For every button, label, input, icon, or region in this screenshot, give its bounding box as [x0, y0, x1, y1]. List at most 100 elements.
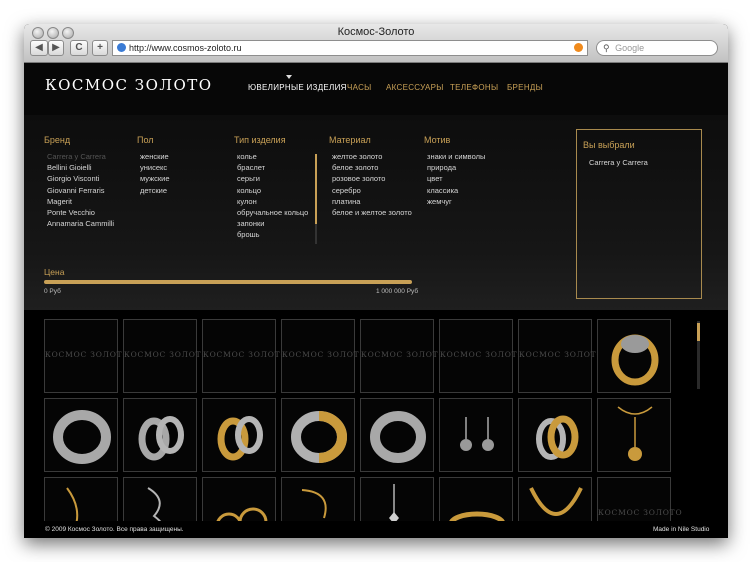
placeholder-logo: КОСМОС ЗОЛОТО	[124, 350, 209, 359]
silver-ring-image	[53, 410, 111, 464]
address-bar[interactable]: http://www.cosmos-zoloto.ru	[112, 40, 588, 56]
filter-heading: Тип изделия	[234, 135, 286, 145]
globe-icon	[117, 43, 126, 52]
add-bookmark-button[interactable]: +	[92, 40, 108, 56]
forward-button[interactable]: ▶	[48, 40, 64, 56]
filter-option[interactable]: женские	[137, 151, 169, 162]
product-tile[interactable]: КОСМОС ЗОЛОТО	[439, 319, 525, 393]
placeholder-logo: КОСМОС ЗОЛОТО	[519, 350, 604, 359]
filter-option[interactable]: классика	[424, 185, 485, 196]
forward-arrow-icon: ▶	[52, 42, 60, 53]
filter-option[interactable]: розовое золото	[329, 173, 412, 184]
price-slider[interactable]	[44, 280, 412, 284]
filter-option[interactable]: Carrera y Carrera	[44, 151, 114, 162]
filter-option[interactable]: Bellini Gioielli	[44, 162, 114, 173]
title-bar: Космос-Золото ◀ ▶ C + http://www.cosmos-…	[24, 24, 728, 63]
product-tile[interactable]	[439, 398, 513, 472]
product-tile[interactable]	[123, 398, 197, 472]
filter-option[interactable]: серьги	[234, 173, 308, 184]
filter-option[interactable]: обручальное кольцо	[234, 207, 308, 218]
gold-ring-image	[611, 334, 659, 386]
product-tile[interactable]	[360, 398, 434, 472]
filter-heading: Пол	[137, 135, 154, 145]
price-max: 1 000 000 Руб	[376, 288, 419, 295]
filter-type: Тип изделия колье браслет серьги кольцо …	[234, 135, 308, 241]
credit-link[interactable]: Made in Nile Studio	[653, 526, 709, 533]
reload-button[interactable]: C	[70, 40, 88, 56]
placeholder-logo: КОСМОС ЗОЛОТО	[440, 350, 525, 359]
filter-option[interactable]: белое золото	[329, 162, 412, 173]
filter-option[interactable]: платина	[329, 196, 412, 207]
product-tile[interactable]: КОСМОС ЗОЛОТО	[281, 319, 367, 393]
filter-brand: Бренд Carrera y Carrera Bellini Gioielli…	[44, 135, 114, 229]
silver-earrings-image	[138, 416, 184, 461]
placeholder-logo: КОСМОС ЗОЛОТО	[282, 350, 367, 359]
filter-heading: Материал	[329, 135, 371, 145]
product-tile[interactable]: КОСМОС ЗОЛОТО	[44, 319, 129, 393]
search-icon: ⚲	[603, 43, 610, 53]
filter-option[interactable]: серебро	[329, 185, 412, 196]
search-field[interactable]: ⚲ Google	[596, 40, 718, 56]
filter-option[interactable]: природа	[424, 162, 485, 173]
type-scrollbar-thumb[interactable]	[315, 154, 317, 224]
nav-accessories[interactable]: АКСЕССУАРЫ	[386, 83, 444, 92]
placeholder-logo: КОСМОС ЗОЛОТО	[361, 350, 446, 359]
filter-option[interactable]: Giorgio Visconti	[44, 173, 114, 184]
product-tile[interactable]	[44, 398, 118, 472]
filter-gender: Пол женские унисекс мужские детские	[137, 135, 169, 196]
rss-icon[interactable]	[574, 43, 583, 52]
filter-option[interactable]: брошь	[234, 229, 308, 240]
selected-filter-item[interactable]: Carrera y Carrera	[589, 158, 648, 167]
filter-option[interactable]: белое и желтое золото	[329, 207, 412, 218]
placeholder-logo: КОСМОС ЗОЛОТО	[598, 508, 683, 517]
filter-heading: Бренд	[44, 135, 71, 145]
filter-option[interactable]: детские	[137, 185, 169, 196]
active-nav-indicator-icon	[286, 75, 292, 79]
filter-option[interactable]: цвет	[424, 173, 485, 184]
nav-watches[interactable]: ЧАСЫ	[347, 83, 372, 92]
site-logo[interactable]: КОСМОС ЗОЛОТО	[45, 76, 213, 94]
filter-option[interactable]: кулон	[234, 196, 308, 207]
product-tile[interactable]	[518, 398, 592, 472]
filter-option[interactable]: Annamaria Cammilli	[44, 218, 114, 229]
nav-brands[interactable]: БРЕНДЫ	[507, 83, 543, 92]
product-tile[interactable]: КОСМОС ЗОЛОТО	[360, 319, 446, 393]
search-placeholder: Google	[615, 43, 645, 53]
filter-option[interactable]: знаки и символы	[424, 151, 485, 162]
filter-panel: Бренд Carrera y Carrera Bellini Gioielli…	[24, 115, 728, 310]
filter-option[interactable]: кольцо	[234, 185, 308, 196]
nav-jewelry[interactable]: ЮВЕЛИРНЫЕ ИЗДЕЛИЯ	[248, 83, 347, 92]
product-tile[interactable]	[281, 398, 355, 472]
filter-option[interactable]: Magerit	[44, 196, 114, 207]
selected-heading: Вы выбрали	[583, 140, 635, 150]
product-tile[interactable]: КОСМОС ЗОЛОТО	[123, 319, 209, 393]
filter-option[interactable]: колье	[234, 151, 308, 162]
product-tile[interactable]	[597, 319, 671, 393]
back-button[interactable]: ◀	[30, 40, 48, 56]
silver-ring-image	[370, 411, 426, 463]
url-text: http://www.cosmos-zoloto.ru	[129, 43, 242, 53]
filter-option[interactable]: запонки	[234, 218, 308, 229]
copyright-text: © 2009 Космос Золото. Все права защищены…	[45, 526, 184, 533]
grid-scrollbar-thumb[interactable]	[697, 323, 700, 341]
site-footer: © 2009 Космос Золото. Все права защищены…	[24, 521, 728, 538]
filter-option[interactable]: жемчуг	[424, 196, 485, 207]
filter-option[interactable]: браслет	[234, 162, 308, 173]
price-label: Цена	[44, 267, 65, 277]
filter-option[interactable]: Giovanni Ferraris	[44, 185, 114, 196]
filter-option[interactable]: желтое золото	[329, 151, 412, 162]
product-tile[interactable]: КОСМОС ЗОЛОТО	[518, 319, 604, 393]
gold-earrings-image	[536, 415, 579, 460]
filter-option[interactable]: Ponte Vecchio	[44, 207, 114, 218]
product-grid: КОСМОС ЗОЛОТО КОСМОС ЗОЛОТО КОСМОС ЗОЛОТ…	[24, 319, 728, 538]
filter-option[interactable]: унисекс	[137, 162, 169, 173]
placeholder-logo: КОСМОС ЗОЛОТО	[203, 350, 288, 359]
product-tile[interactable]	[202, 398, 276, 472]
nav-phones[interactable]: ТЕЛЕФОНЫ	[450, 83, 498, 92]
filter-option[interactable]: мужские	[137, 173, 169, 184]
drop-earrings-image	[460, 417, 494, 451]
two-tone-ring-image	[291, 411, 347, 463]
filter-material: Материал желтое золото белое золото розо…	[329, 135, 412, 218]
product-tile[interactable]	[597, 398, 671, 472]
product-tile[interactable]: КОСМОС ЗОЛОТО	[202, 319, 288, 393]
